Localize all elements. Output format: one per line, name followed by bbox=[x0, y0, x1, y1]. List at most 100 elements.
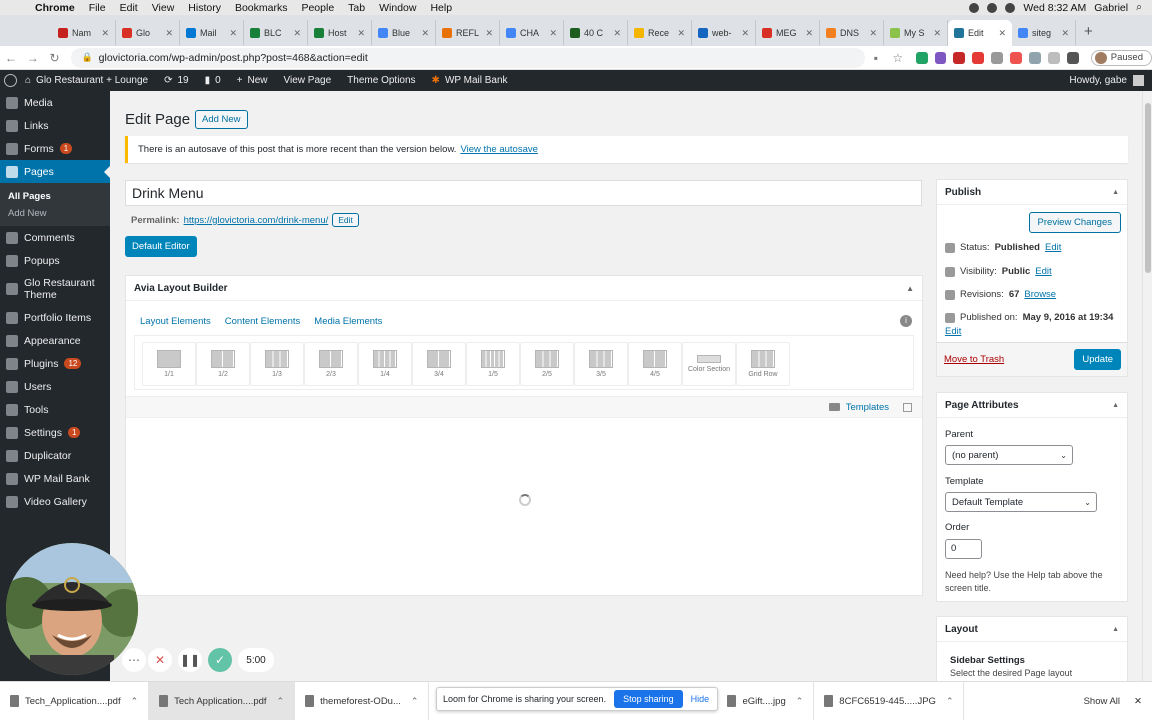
fullscreen-icon[interactable] bbox=[903, 402, 912, 412]
download-item[interactable]: 8CFC6519-445.....JPG ⌃ bbox=[814, 681, 965, 720]
menubar-user[interactable]: Gabriel bbox=[1094, 2, 1128, 14]
tab-media-elements[interactable]: Media Elements bbox=[314, 316, 382, 327]
collapse-icon[interactable]: ▲ bbox=[1112, 402, 1119, 409]
reload-icon[interactable]: ↻ bbox=[44, 51, 66, 65]
close-icon[interactable]: ✕ bbox=[101, 28, 109, 39]
avia-header[interactable]: Avia Layout Builder ▲ bbox=[126, 276, 922, 301]
submenu-item[interactable]: All Pages bbox=[0, 188, 110, 205]
spotlight-icon[interactable]: ⌕ bbox=[1136, 1, 1142, 14]
tab-layout-elements[interactable]: Layout Elements bbox=[140, 316, 211, 327]
show-all-button[interactable]: Show All bbox=[1084, 696, 1120, 707]
parent-select[interactable]: (no parent) ⌄ bbox=[945, 445, 1073, 465]
wordpress-logo-icon[interactable] bbox=[4, 74, 17, 87]
update-button[interactable]: Update bbox=[1074, 349, 1121, 370]
new-tab-icon[interactable]: + bbox=[1076, 23, 1101, 46]
sidebar-item-popups[interactable]: Popups bbox=[0, 249, 110, 272]
close-icon[interactable]: ✕ bbox=[357, 28, 365, 39]
sidebar-item-wp-mail-bank[interactable]: WP Mail Bank bbox=[0, 467, 110, 490]
pause-icon[interactable]: ❚❚ bbox=[178, 648, 202, 672]
site-name-link[interactable]: ⌂ Glo Restaurant + Lounge bbox=[17, 75, 156, 86]
scrollbar-thumb[interactable] bbox=[1145, 103, 1151, 273]
sidebar-item-users[interactable]: Users bbox=[0, 375, 110, 398]
close-icon[interactable]: ✕ bbox=[805, 28, 813, 39]
layout-element[interactable]: Color Section bbox=[682, 342, 736, 386]
sidebar-item-settings[interactable]: Settings 1 bbox=[0, 421, 110, 444]
collapse-icon[interactable]: ▲ bbox=[1112, 189, 1119, 196]
collapse-icon[interactable]: ▲ bbox=[906, 284, 914, 293]
permalink-edit-button[interactable]: Edit bbox=[332, 213, 359, 227]
extension-icon[interactable] bbox=[934, 51, 947, 64]
layout-element[interactable]: 3/5 bbox=[574, 342, 628, 386]
browser-tab[interactable]: Blue ✕ bbox=[372, 20, 436, 46]
close-icon[interactable]: ✕ bbox=[1134, 696, 1142, 707]
attributes-header[interactable]: Page Attributes ▲ bbox=[937, 393, 1127, 418]
templates-button[interactable]: Templates bbox=[846, 402, 889, 413]
permalink-url[interactable]: https://glovictoria.com/drink-menu/ bbox=[184, 215, 329, 226]
layout-element[interactable]: 2/3 bbox=[304, 342, 358, 386]
sidebar-item-links[interactable]: Links bbox=[0, 114, 110, 137]
default-editor-button[interactable]: Default Editor bbox=[125, 236, 197, 257]
extension-icon[interactable] bbox=[915, 51, 928, 64]
account-menu[interactable]: Howdy, gabe bbox=[1069, 75, 1152, 86]
menu-chrome[interactable]: Chrome bbox=[28, 2, 82, 14]
order-input[interactable]: 0 bbox=[945, 539, 982, 559]
close-icon[interactable]: ✕ bbox=[1061, 28, 1069, 39]
close-icon[interactable]: ✕ bbox=[998, 28, 1006, 39]
browser-tab[interactable]: REFL ✕ bbox=[436, 20, 500, 46]
info-icon[interactable]: i bbox=[900, 315, 912, 327]
published-edit-link[interactable]: Edit bbox=[945, 326, 961, 337]
bookmark-star-icon[interactable]: ☆ bbox=[887, 51, 909, 65]
tab-content-elements[interactable]: Content Elements bbox=[225, 316, 301, 327]
chevron-up-icon[interactable]: ⌃ bbox=[131, 696, 139, 707]
sidebar-item-pages[interactable]: Pages bbox=[0, 160, 110, 183]
visibility-edit-link[interactable]: Edit bbox=[1035, 266, 1051, 277]
menu-tab[interactable]: Tab bbox=[341, 2, 372, 14]
close-icon[interactable]: ✕ bbox=[165, 28, 173, 39]
browser-tab[interactable]: Nam ✕ bbox=[52, 20, 116, 46]
close-icon[interactable]: ✕ bbox=[933, 28, 941, 39]
close-icon[interactable]: ✕ bbox=[229, 28, 237, 39]
browser-tab[interactable]: BLC ✕ bbox=[244, 20, 308, 46]
browse-revisions-link[interactable]: Browse bbox=[1024, 289, 1056, 300]
sidebar-item-duplicator[interactable]: Duplicator bbox=[0, 444, 110, 467]
view-autosave-link[interactable]: View the autosave bbox=[460, 144, 537, 155]
sidebar-item-tools[interactable]: Tools bbox=[0, 398, 110, 421]
browser-tab[interactable]: Edit ✕ bbox=[948, 20, 1012, 46]
webcam-bubble[interactable] bbox=[6, 543, 138, 675]
template-select[interactable]: Default Template ⌄ bbox=[945, 492, 1097, 512]
layout-element[interactable]: 1/2 bbox=[196, 342, 250, 386]
close-icon[interactable]: ✕ bbox=[549, 28, 557, 39]
sidebar-item-plugins[interactable]: Plugins 12 bbox=[0, 352, 110, 375]
camera-icon[interactable]: ▪ bbox=[865, 51, 887, 65]
browser-tab[interactable]: DNS ✕ bbox=[820, 20, 884, 46]
layout-element[interactable]: 1/3 bbox=[250, 342, 304, 386]
extension-icon[interactable] bbox=[991, 51, 1004, 64]
view-page-link[interactable]: View Page bbox=[276, 75, 340, 86]
browser-tab[interactable]: MEG ✕ bbox=[756, 20, 820, 46]
close-icon[interactable]: ✕ bbox=[293, 28, 301, 39]
close-icon[interactable]: ✕ bbox=[421, 28, 429, 39]
sidebar-item-forms[interactable]: Forms 1 bbox=[0, 137, 110, 160]
browser-tab[interactable]: CHA ✕ bbox=[500, 20, 564, 46]
theme-options-link[interactable]: Theme Options bbox=[339, 75, 423, 86]
browser-tab[interactable]: Mail ✕ bbox=[180, 20, 244, 46]
layout-element[interactable]: 3/4 bbox=[412, 342, 466, 386]
menu-bookmarks[interactable]: Bookmarks bbox=[228, 2, 295, 14]
chevron-up-icon[interactable]: ⌃ bbox=[946, 696, 954, 707]
more-icon[interactable]: ⋯ bbox=[122, 648, 146, 672]
close-icon[interactable]: ✕ bbox=[613, 28, 621, 39]
chevron-up-icon[interactable]: ⌃ bbox=[411, 696, 419, 707]
download-item[interactable]: Tech_Application....pdf ⌃ bbox=[0, 681, 150, 720]
stop-sharing-button[interactable]: Stop sharing bbox=[614, 690, 683, 708]
menu-view[interactable]: View bbox=[145, 2, 182, 14]
browser-tab[interactable]: Rece ✕ bbox=[628, 20, 692, 46]
extension-icon[interactable] bbox=[1029, 51, 1041, 64]
sidebar-item-portfolio-items[interactable]: Portfolio Items bbox=[0, 306, 110, 329]
close-icon[interactable]: ✕ bbox=[741, 28, 749, 39]
url-bar[interactable]: 🔒 glovictoria.com/wp-admin/post.php?post… bbox=[71, 47, 865, 68]
layout-element[interactable]: 4/5 bbox=[628, 342, 682, 386]
move-to-trash-link[interactable]: Move to Trash bbox=[944, 354, 1004, 365]
mic-icon[interactable] bbox=[969, 2, 980, 13]
page-scrollbar[interactable] bbox=[1142, 91, 1152, 681]
download-item[interactable]: themeforest-ODu... ⌃ bbox=[295, 681, 430, 720]
